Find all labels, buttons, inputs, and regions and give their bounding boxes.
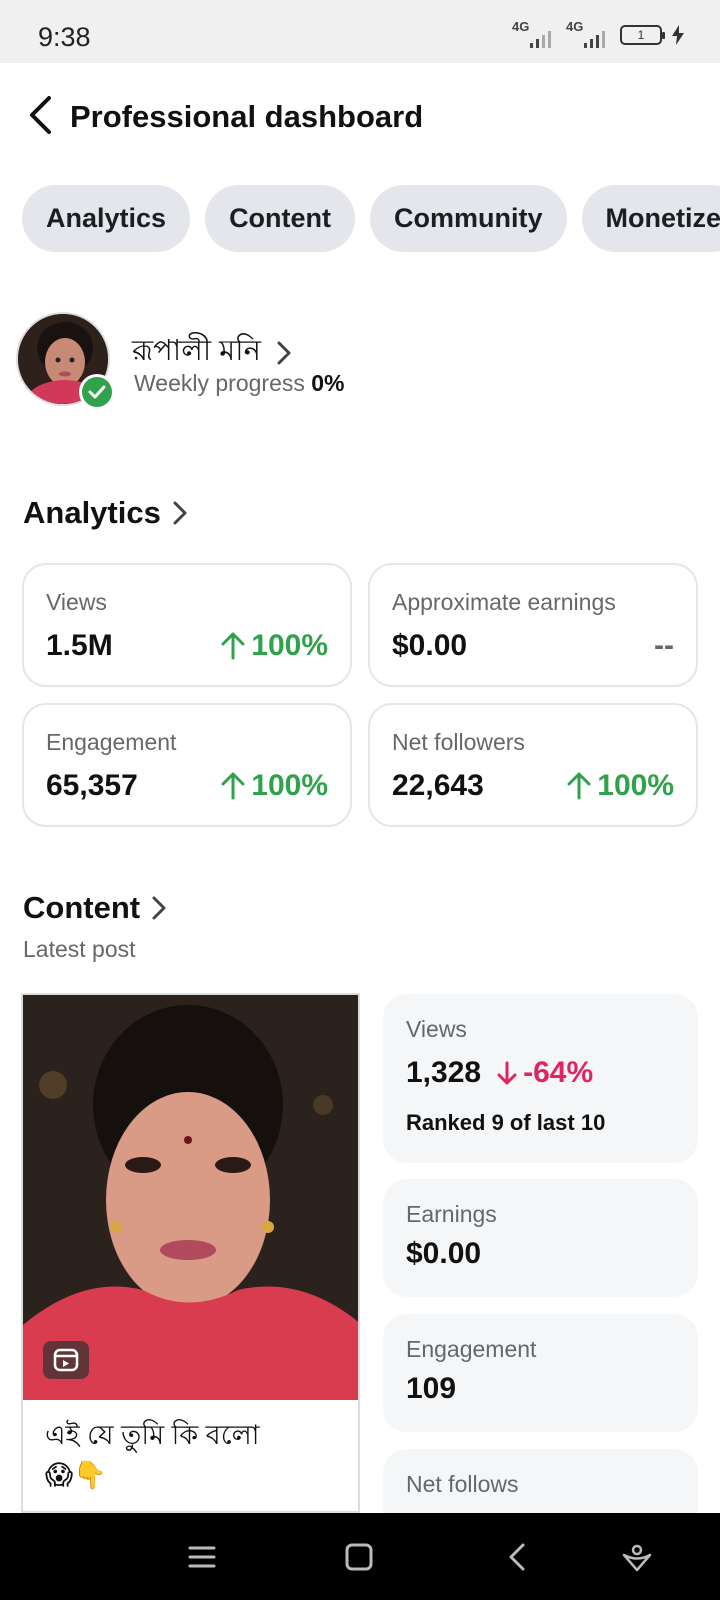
card-label: Approximate earnings xyxy=(392,589,616,615)
card-change: 100% xyxy=(567,769,674,803)
card-change-value: -- xyxy=(654,629,674,662)
analytics-section-header[interactable]: Analytics xyxy=(23,495,187,531)
weekly-progress-label: Weekly progress xyxy=(134,370,305,396)
stat-label: Views xyxy=(406,1016,467,1042)
card-value: $0.00 xyxy=(392,629,468,662)
card-label: Net followers xyxy=(392,729,525,755)
header: Professional dashboard xyxy=(0,63,720,173)
post-earnings-stat[interactable]: Earnings $0.00 xyxy=(383,1179,698,1297)
content-subtitle: Latest post xyxy=(23,936,136,962)
post-net-follows-stat[interactable]: Net follows xyxy=(383,1449,698,1513)
weekly-progress-value: 0% xyxy=(311,370,345,396)
post-views-stat[interactable]: Views 1,328 -64% Ranked 9 of last 10 xyxy=(383,994,698,1163)
tab-content[interactable]: Content xyxy=(205,185,356,252)
nav-back-button[interactable] xyxy=(495,1535,539,1579)
menu-icon xyxy=(188,1546,216,1568)
analytics-title: Analytics xyxy=(23,495,161,530)
views-card[interactable]: Views 1.5M 100% xyxy=(22,563,352,687)
network-type-label: 4G xyxy=(566,19,584,34)
card-value: 22,643 xyxy=(392,769,484,802)
card-change-value: 100% xyxy=(251,629,328,662)
stat-label: Net follows xyxy=(406,1471,519,1497)
card-label: Engagement xyxy=(46,729,177,755)
card-label: Views xyxy=(46,589,107,615)
net-followers-card[interactable]: Net followers 22,643 100% xyxy=(368,703,698,827)
card-change: 100% xyxy=(221,769,328,803)
earnings-card[interactable]: Approximate earnings $0.00 -- xyxy=(368,563,698,687)
status-icons: 4G 4G 1 xyxy=(512,19,684,48)
tab-bar: Analytics Content Community Monetize xyxy=(22,185,720,252)
home-square-icon xyxy=(345,1543,373,1571)
profile-row[interactable]: রূপালী মনি Weekly progress 0% xyxy=(16,312,696,412)
card-change: 100% xyxy=(221,629,328,663)
engagement-card[interactable]: Engagement 65,357 100% xyxy=(22,703,352,827)
stat-label: Earnings xyxy=(406,1201,497,1227)
arrow-down-icon xyxy=(497,1061,517,1085)
signal-icon: 4G xyxy=(566,19,610,48)
weekly-progress: Weekly progress 0% xyxy=(134,370,345,397)
card-value: 65,357 xyxy=(46,769,138,802)
nav-back-icon xyxy=(509,1543,525,1571)
reel-icon xyxy=(43,1341,89,1379)
arrow-up-icon xyxy=(221,632,245,660)
signal-icon: 4G xyxy=(512,19,556,48)
stat-value: $0.00 xyxy=(406,1237,482,1270)
chevron-right-icon xyxy=(152,896,166,920)
stat-change: -64% xyxy=(523,1056,594,1089)
back-arrow-icon xyxy=(30,96,51,134)
stat-value: 109 xyxy=(406,1372,457,1405)
battery-icon: 1 xyxy=(620,25,665,45)
assistant-icon xyxy=(622,1544,652,1572)
stat-value-row: 1,328 -64% xyxy=(406,1056,593,1090)
page-title: Professional dashboard xyxy=(70,99,424,134)
card-value: 1.5M xyxy=(46,629,113,662)
back-button[interactable] xyxy=(18,89,62,141)
assistant-button[interactable] xyxy=(615,1535,659,1579)
latest-post-card[interactable]: এই যে তুমি কি বলো 😱👇 xyxy=(21,993,360,1513)
status-bar: 9:38 4G 4G 1 xyxy=(0,0,720,63)
post-thumbnail xyxy=(23,995,358,1400)
content-title: Content xyxy=(23,890,141,925)
tab-monetize[interactable]: Monetize xyxy=(581,185,720,252)
card-change-value: 100% xyxy=(251,769,328,802)
post-caption-emoji: 😱👇 xyxy=(45,1460,107,1490)
home-button[interactable] xyxy=(337,1535,381,1579)
post-engagement-stat[interactable]: Engagement 109 xyxy=(383,1314,698,1432)
charging-icon xyxy=(672,25,684,45)
content-section-header[interactable]: Content xyxy=(23,890,166,926)
chevron-right-icon xyxy=(277,341,291,364)
verified-check-icon xyxy=(79,374,115,410)
system-nav-bar xyxy=(0,1513,720,1600)
arrow-up-icon xyxy=(567,772,591,800)
menu-button[interactable] xyxy=(180,1535,224,1579)
network-type-label: 4G xyxy=(512,19,530,34)
status-time: 9:38 xyxy=(38,22,91,52)
stat-value: 1,328 xyxy=(406,1056,482,1089)
stat-rank: Ranked 9 of last 10 xyxy=(406,1110,606,1135)
tab-community[interactable]: Community xyxy=(370,185,567,252)
card-change-value: 100% xyxy=(597,769,674,802)
post-caption: এই যে তুমি কি বলো 😱👇 xyxy=(45,1415,345,1495)
post-caption-text: এই যে তুমি কি বলো xyxy=(45,1420,260,1450)
tab-analytics[interactable]: Analytics xyxy=(22,185,191,252)
arrow-up-icon xyxy=(221,772,245,800)
stat-label: Engagement xyxy=(406,1336,537,1362)
chevron-right-icon xyxy=(173,501,187,525)
